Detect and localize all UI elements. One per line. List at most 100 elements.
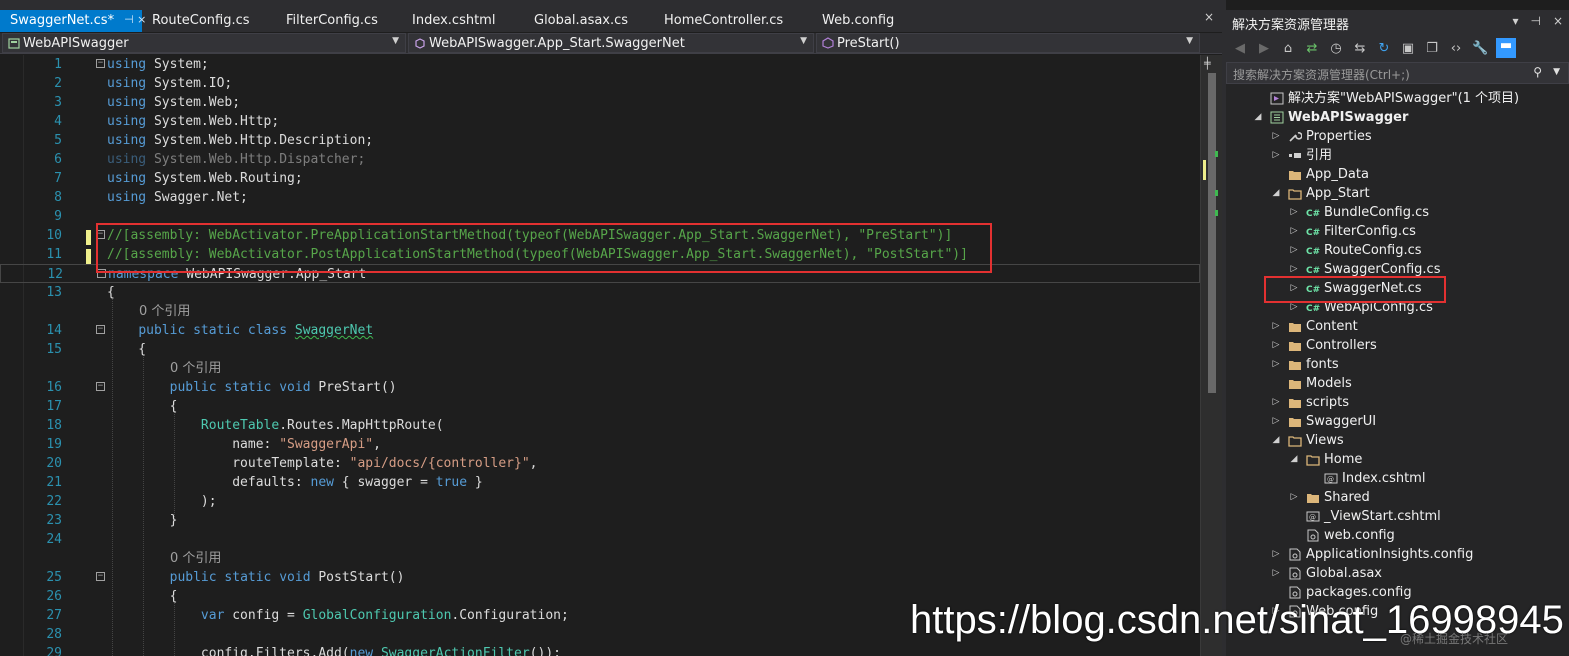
tree-item-app-data[interactable]: App_Data xyxy=(1226,165,1569,184)
tab-global-asax-cs[interactable]: Global.asax.cs xyxy=(524,10,654,32)
code-lens-references[interactable]: 0 个引用 xyxy=(170,549,221,568)
collapsed-arrow-icon[interactable]: ▷ xyxy=(1270,336,1282,355)
expanded-arrow-icon[interactable]: ◢ xyxy=(1270,184,1282,203)
expanded-arrow-icon[interactable]: ◢ xyxy=(1252,108,1264,127)
tree-item-webapiswagger[interactable]: ◢ WebAPISwagger xyxy=(1226,108,1569,127)
type-dropdown[interactable]: WebAPISwagger.App_Start.SwaggerNet ▼ xyxy=(408,33,814,53)
collapsed-arrow-icon[interactable]: ▷ xyxy=(1270,412,1282,431)
collapsed-arrow-icon[interactable]: ▷ xyxy=(1288,222,1300,241)
line-number: 25 xyxy=(46,570,62,585)
collapsed-arrow-icon[interactable]: ▷ xyxy=(1270,355,1282,374)
view-code-icon[interactable]: ‹› xyxy=(1448,41,1464,56)
expanded-arrow-icon[interactable]: ◢ xyxy=(1288,450,1300,469)
collapsed-arrow-icon[interactable]: ▷ xyxy=(1270,564,1282,583)
tree-item-item[interactable]: ▷ 引用 xyxy=(1226,146,1569,165)
tab-label: Web.config xyxy=(822,13,895,28)
collapsed-arrow-icon[interactable]: ▷ xyxy=(1270,545,1282,564)
folder-icon xyxy=(1288,168,1302,181)
tree-item-label: Global.asax xyxy=(1306,566,1383,581)
tree-item-swaggerui[interactable]: ▷ SwaggerUI xyxy=(1226,412,1569,431)
code-lens-row: 0 个引用 xyxy=(0,302,1200,321)
tree-item-filterconfig-cs[interactable]: ▷ C# FilterConfig.cs xyxy=(1226,222,1569,241)
tree-item-home[interactable]: ◢ Home xyxy=(1226,450,1569,469)
back-icon[interactable]: ◀ xyxy=(1232,41,1248,56)
tab-swaggernet-cs[interactable]: SwaggerNet.cs* ⊣ × xyxy=(0,10,146,32)
tab-routeconfig-cs[interactable]: RouteConfig.cs xyxy=(142,10,276,32)
home-icon[interactable]: ⌂ xyxy=(1280,41,1296,56)
search-icon[interactable]: ⚲ xyxy=(1533,65,1542,79)
collapse-region-icon[interactable]: − xyxy=(96,59,105,68)
code-text-area[interactable]: 1− using System; 2 using System.IO; 3 using S… xyxy=(0,55,1206,656)
sync-with-active-document-icon[interactable]: ⇄ xyxy=(1304,41,1320,56)
tree-item-app-start[interactable]: ◢ App_Start xyxy=(1226,184,1569,203)
member-dropdown[interactable]: PreStart() ▼ xyxy=(816,33,1200,53)
preview-selected-items-icon[interactable]: ▬ xyxy=(1496,38,1516,58)
collapsed-arrow-icon[interactable]: ▷ xyxy=(1270,127,1282,146)
properties-icon[interactable]: 🔧 xyxy=(1472,41,1488,56)
tree-item-bundleconfig-cs[interactable]: ▷ C# BundleConfig.cs xyxy=(1226,203,1569,222)
tree-item-viewstart-cshtml[interactable]: @ _ViewStart.cshtml xyxy=(1226,507,1569,526)
code-line: 6 using System.Web.Http.Dispatcher; xyxy=(0,150,1200,169)
tree-item-webapiswagger-1[interactable]: 解决方案"WebAPISwagger"(1 个项目) xyxy=(1226,89,1569,108)
refresh-icon[interactable]: ↻ xyxy=(1376,41,1392,56)
tree-item-label: App_Start xyxy=(1306,186,1370,201)
collapse-all-icon[interactable]: ▣ xyxy=(1400,41,1416,56)
tab-index-cshtml[interactable]: Index.cshtml xyxy=(402,10,524,32)
collapsed-arrow-icon[interactable]: ▷ xyxy=(1270,393,1282,412)
config-file-icon xyxy=(1288,567,1302,580)
svg-text:@: @ xyxy=(1327,476,1334,484)
close-icon[interactable]: × xyxy=(1204,10,1214,24)
project-dropdown[interactable]: WebAPISwagger ▼ xyxy=(2,33,406,53)
csharp-file-icon: C# xyxy=(1306,225,1320,238)
window-position-dropdown-icon[interactable]: ▾ xyxy=(1512,14,1518,28)
vertical-scrollbar[interactable] xyxy=(1200,55,1222,656)
show-all-files-icon[interactable]: ❐ xyxy=(1424,41,1440,56)
tab-web-config[interactable]: Web.config xyxy=(812,10,912,32)
tree-item-shared[interactable]: ▷ Shared xyxy=(1226,488,1569,507)
pin-icon[interactable]: ⊣ xyxy=(1530,14,1540,28)
code-text: public static void PostStart() xyxy=(169,570,405,585)
tree-item-web-config[interactable]: web.config xyxy=(1226,526,1569,545)
tab-label: SwaggerNet.cs* xyxy=(10,13,115,28)
tree-item-routeconfig-cs[interactable]: ▷ C# RouteConfig.cs xyxy=(1226,241,1569,260)
tree-item-properties[interactable]: ▷ Properties xyxy=(1226,127,1569,146)
collapse-region-icon[interactable]: − xyxy=(96,325,105,334)
chevron-down-icon[interactable]: ▼ xyxy=(1553,67,1560,77)
collapsed-arrow-icon[interactable]: ▷ xyxy=(1288,241,1300,260)
tree-item-applicationinsights-config[interactable]: ▷ ApplicationInsights.config xyxy=(1226,545,1569,564)
history-icon[interactable]: ◷ xyxy=(1328,41,1344,56)
code-line: 18 RouteTable.Routes.MapHttpRoute( xyxy=(0,416,1200,435)
line-number: 11 xyxy=(46,247,62,262)
tab-homecontroller-cs[interactable]: HomeController.cs xyxy=(654,10,812,32)
code-lens-references[interactable]: 0 个引用 xyxy=(170,359,221,378)
tab-filterconfig-cs[interactable]: FilterConfig.cs xyxy=(276,10,402,32)
expanded-arrow-icon[interactable]: ◢ xyxy=(1270,431,1282,450)
tree-item-fonts[interactable]: ▷ fonts xyxy=(1226,355,1569,374)
tree-item-label: Views xyxy=(1306,433,1344,448)
tree-item-models[interactable]: Models xyxy=(1226,374,1569,393)
solution-explorer-search-input[interactable]: 搜索解决方案资源管理器(Ctrl+;) ⚲ ▼ xyxy=(1226,62,1569,84)
code-text: using System; xyxy=(107,57,209,72)
code-text: using System.Web.Http.Dispatcher; xyxy=(107,152,366,167)
close-icon[interactable]: × xyxy=(1553,14,1563,28)
tab-label: RouteConfig.cs xyxy=(152,13,250,28)
line-number: 29 xyxy=(46,646,62,656)
code-lens-references[interactable]: 0 个引用 xyxy=(139,302,190,321)
collapsed-arrow-icon[interactable]: ▷ xyxy=(1270,146,1282,165)
collapsed-arrow-icon[interactable]: ▷ xyxy=(1270,317,1282,336)
collapsed-arrow-icon[interactable]: ▷ xyxy=(1288,203,1300,222)
line-number: 24 xyxy=(46,532,62,547)
tree-item-index-cshtml[interactable]: @ Index.cshtml xyxy=(1226,469,1569,488)
forward-icon[interactable]: ▶ xyxy=(1256,41,1272,56)
split-window-icon[interactable]: ╪ xyxy=(1204,57,1211,70)
pending-changes-icon[interactable]: ⇆ xyxy=(1352,41,1368,56)
tree-item-controllers[interactable]: ▷ Controllers xyxy=(1226,336,1569,355)
tree-item-global-asax[interactable]: ▷ Global.asax xyxy=(1226,564,1569,583)
collapse-region-icon[interactable]: − xyxy=(96,382,105,391)
tree-item-content[interactable]: ▷ Content xyxy=(1226,317,1569,336)
tree-item-views[interactable]: ◢ Views xyxy=(1226,431,1569,450)
scrollbar-thumb[interactable] xyxy=(1208,73,1216,393)
collapse-region-icon[interactable]: − xyxy=(96,572,105,581)
collapsed-arrow-icon[interactable]: ▷ xyxy=(1288,488,1300,507)
tree-item-scripts[interactable]: ▷ scripts xyxy=(1226,393,1569,412)
